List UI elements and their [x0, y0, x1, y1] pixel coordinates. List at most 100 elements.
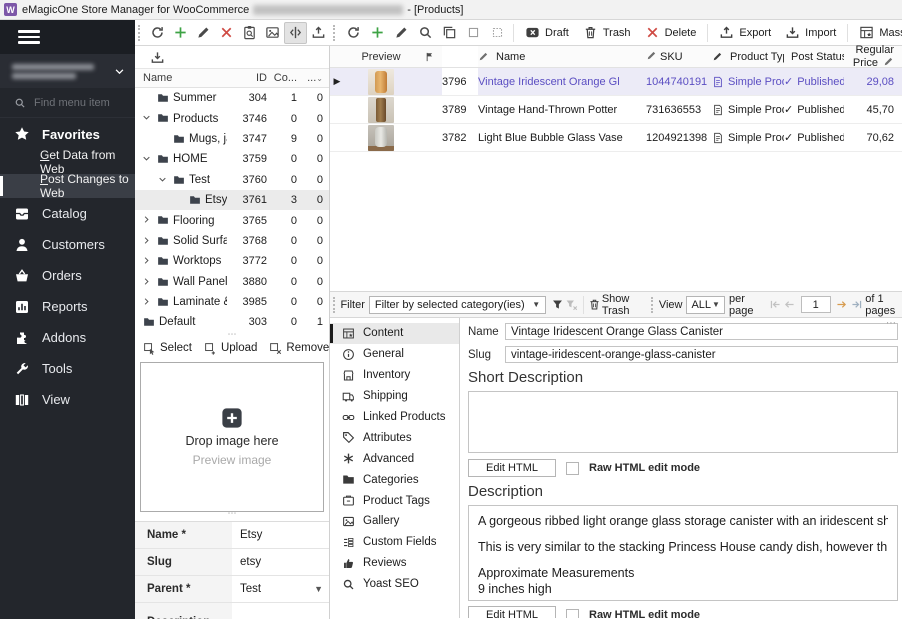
import-button[interactable]: Import	[778, 22, 843, 44]
sidebar-section-favorites[interactable]: Favorites	[0, 118, 135, 150]
tab-content[interactable]: Content	[330, 323, 459, 344]
edit-html-button[interactable]: Edit HTML	[468, 606, 556, 618]
menu-search-input[interactable]	[34, 97, 124, 109]
clear-filter-icon[interactable]	[564, 295, 578, 315]
tree-row-laminate[interactable]: Laminate & C 398500	[135, 292, 329, 312]
sidebar-item-view[interactable]: View	[0, 384, 135, 415]
page-number-input[interactable]	[801, 296, 831, 313]
toolbar-grip[interactable]	[333, 297, 336, 313]
tab-yoast-seo[interactable]: Yoast SEO	[330, 574, 459, 595]
category-slug-value[interactable]: etsy	[232, 549, 329, 575]
marquee-select-button[interactable]	[485, 22, 509, 44]
grid-header[interactable]: Preview Name SKU Product Type Post Statu…	[330, 46, 902, 68]
tab-product-tags[interactable]: Product Tags	[330, 490, 459, 511]
tree-column-count[interactable]: Co...	[267, 72, 297, 84]
chevron-down-icon[interactable]	[158, 175, 167, 184]
tab-custom-fields[interactable]: Custom Fields	[330, 532, 459, 553]
upload-image-button[interactable]: Upload	[204, 342, 257, 355]
column-sku[interactable]: SKU	[646, 50, 712, 63]
tab-categories[interactable]: Categories	[330, 469, 459, 490]
tree-column-name[interactable]: Name	[143, 72, 227, 84]
tree-row-solid-surface[interactable]: Solid Surface 376800	[135, 231, 329, 251]
apply-filter-icon[interactable]	[550, 295, 564, 315]
product-slug-input[interactable]	[505, 346, 898, 363]
sidebar-item-catalog[interactable]: Catalog	[0, 198, 135, 229]
prev-page-button[interactable]	[782, 295, 796, 315]
trash-button[interactable]: Trash	[576, 22, 638, 44]
product-name-input[interactable]	[505, 323, 898, 340]
tab-shipping[interactable]: Shipping	[330, 386, 459, 407]
sidebar-item-tools[interactable]: Tools	[0, 353, 135, 384]
column-id[interactable]	[442, 46, 478, 67]
delete-category-button[interactable]	[215, 22, 238, 44]
load-categories-button[interactable]	[145, 46, 169, 68]
toolbar-grip[interactable]	[333, 25, 337, 41]
column-post-status[interactable]: Post Status	[784, 51, 844, 63]
chevron-down-icon[interactable]	[142, 113, 151, 122]
duplicate-product-button[interactable]	[437, 22, 461, 44]
tree-row-summer[interactable]: Summer 30410	[135, 88, 329, 108]
edit-html-button[interactable]: Edit HTML	[468, 459, 556, 477]
export-categories-button[interactable]	[307, 22, 330, 44]
tree-row-products[interactable]: Products 374600	[135, 108, 329, 128]
tree-row-home[interactable]: HOME 375900	[135, 149, 329, 169]
column-product-type[interactable]: Product Type	[712, 51, 784, 63]
toolbar-grip[interactable]	[138, 25, 142, 41]
select-image-button[interactable]: Select	[143, 342, 192, 355]
product-row-3789[interactable]: 3789 Vintage Hand-Thrown Potter 73163655…	[330, 96, 902, 124]
sidebar-item-orders[interactable]: Orders	[0, 260, 135, 291]
column-preview[interactable]: Preview	[344, 51, 418, 63]
tab-inventory[interactable]: Inventory	[330, 365, 459, 386]
filter-category-select[interactable]: Filter by selected category(ies) ▼	[369, 296, 546, 314]
view-per-page-select[interactable]: ALL ▼	[686, 296, 725, 314]
sidebar-item-reports[interactable]: Reports	[0, 291, 135, 322]
chevron-down-icon[interactable]	[142, 154, 151, 163]
refresh-categories-button[interactable]	[146, 22, 169, 44]
image-dropzone[interactable]: Drop image here Preview image	[140, 362, 324, 512]
tab-advanced[interactable]: Advanced	[330, 448, 459, 469]
tab-linked-products[interactable]: Linked Products	[330, 407, 459, 428]
chevron-right-icon[interactable]	[142, 236, 151, 245]
sort-flag-icon[interactable]	[418, 51, 442, 63]
edit-category-button[interactable]	[192, 22, 215, 44]
toolbar-grip[interactable]	[651, 297, 654, 313]
category-name-value[interactable]: Etsy	[232, 522, 329, 548]
add-product-button[interactable]	[365, 22, 389, 44]
last-page-button[interactable]	[849, 295, 863, 315]
chevron-right-icon[interactable]	[142, 297, 151, 306]
panel-resize-handle[interactable]: ⋯	[886, 318, 896, 329]
raw-html-checkbox[interactable]	[566, 462, 579, 475]
store-selector[interactable]	[0, 54, 135, 88]
edit-product-button[interactable]	[389, 22, 413, 44]
chevron-right-icon[interactable]	[142, 256, 151, 265]
menu-toggle-button[interactable]	[0, 20, 135, 54]
panel-resize-handle[interactable]: ⋯	[135, 512, 329, 516]
column-regular-price[interactable]: Regular Price	[844, 44, 902, 69]
export-button[interactable]: Export	[712, 22, 778, 44]
tree-column-id[interactable]: ID	[227, 72, 267, 84]
sidebar-item-get-data-from-web[interactable]: Get Data from Web	[0, 150, 135, 174]
category-description-value[interactable]	[232, 603, 329, 619]
tree-column-sorted[interactable]: ...⌄	[297, 72, 329, 84]
raw-html-checkbox[interactable]	[566, 609, 579, 619]
product-thumbnail-brown-pottery[interactable]	[368, 97, 394, 123]
description-editor[interactable]: A gorgeous ribbed light orange glass sto…	[468, 505, 898, 601]
sidebar-item-customers[interactable]: Customers	[0, 229, 135, 260]
checkbox-select-button[interactable]	[461, 22, 485, 44]
tree-row-flooring[interactable]: Flooring 376500	[135, 210, 329, 230]
trash-icon[interactable]	[588, 295, 602, 315]
find-category-button[interactable]	[238, 22, 261, 44]
search-products-button[interactable]	[413, 22, 437, 44]
tree-header[interactable]: Name ID Co... ...⌄	[135, 68, 329, 88]
show-trash-toggle[interactable]: Show Trash	[602, 293, 644, 317]
tree-row-wall-panelling[interactable]: Wall Panellin 388000	[135, 272, 329, 292]
tab-gallery[interactable]: Gallery	[330, 511, 459, 532]
product-row-3782[interactable]: 3782 Light Blue Bubble Glass Vase 120492…	[330, 124, 902, 152]
delete-button[interactable]: Delete	[638, 22, 704, 44]
tab-general[interactable]: General	[330, 344, 459, 365]
chevron-right-icon[interactable]	[142, 277, 151, 286]
first-page-button[interactable]	[768, 295, 782, 315]
product-thumbnail-orange-canister[interactable]	[368, 69, 394, 95]
product-thumbnail-glass-vase[interactable]	[368, 125, 394, 151]
category-parent-select[interactable]: Test ▼	[232, 576, 329, 602]
